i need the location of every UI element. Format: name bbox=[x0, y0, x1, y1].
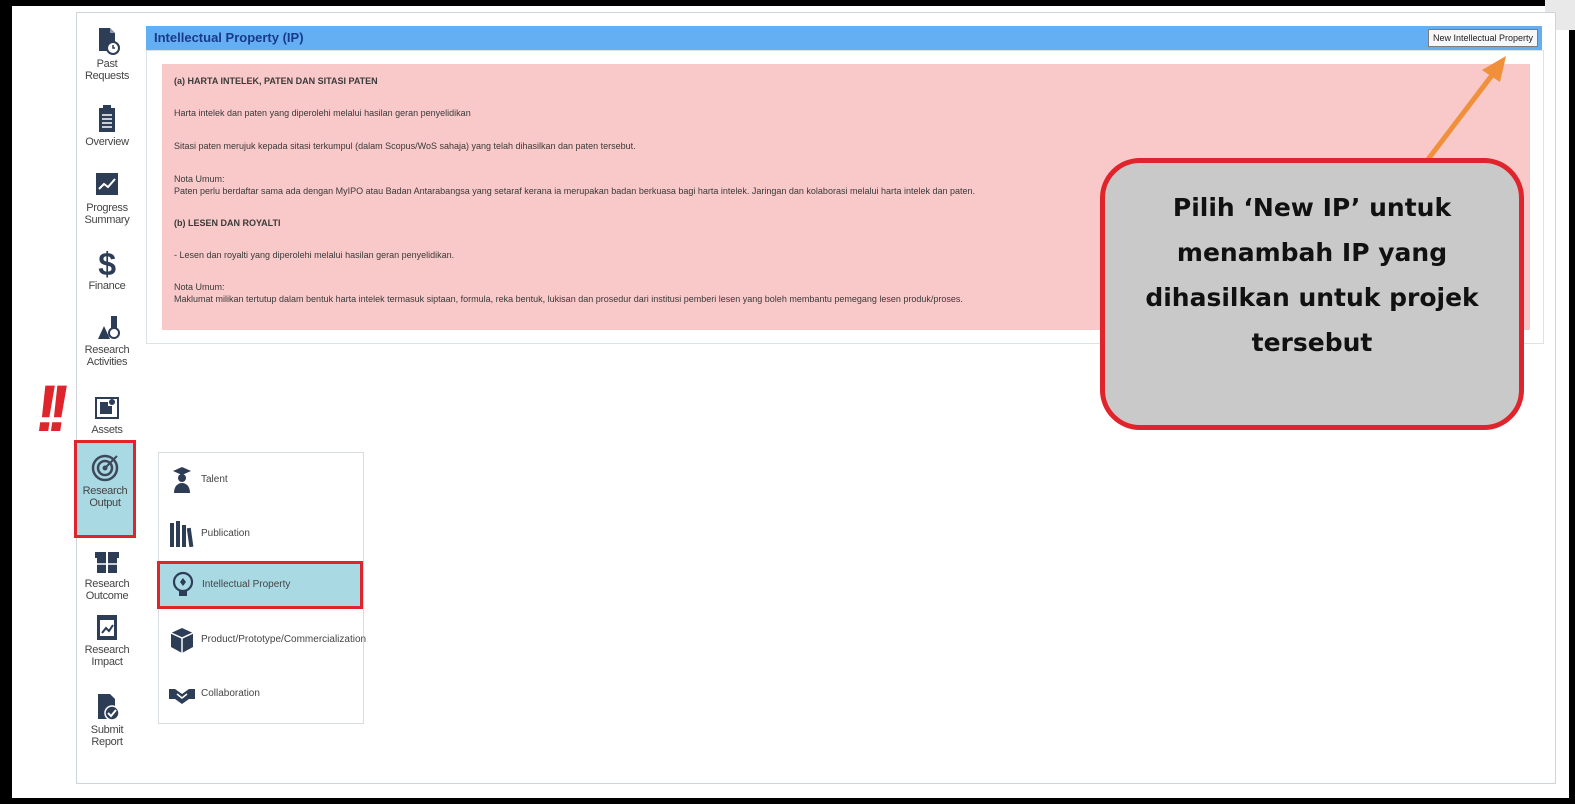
graduate-icon bbox=[167, 465, 197, 495]
sidebar-item-research-activities[interactable]: Research Activities bbox=[76, 312, 138, 368]
sidebar-label: Research bbox=[84, 644, 130, 656]
sidebar-label: Summary bbox=[84, 214, 130, 226]
sidebar-item-finance[interactable]: $ Finance bbox=[76, 246, 138, 292]
submenu-label: Product/Prototype/Commercialization bbox=[201, 634, 367, 645]
sidebar-label: Overview bbox=[85, 136, 129, 148]
target-icon bbox=[90, 453, 120, 483]
sidebar-item-research-output[interactable]: Research Output bbox=[74, 440, 136, 538]
sidebar-label: Finance bbox=[88, 280, 126, 292]
dollar-icon: $ bbox=[92, 246, 122, 282]
document-list-icon bbox=[92, 104, 122, 134]
submenu-item-intellectual-property[interactable]: Intellectual Property bbox=[157, 561, 363, 609]
info-heading-a: (a) HARTA INTELEK, PATEN DAN SITASI PATE… bbox=[174, 76, 378, 86]
submenu-item-product-prototype[interactable]: Product/Prototype/Commercialization bbox=[159, 619, 366, 661]
info-line: Sitasi paten merujuk kepada sitasi terku… bbox=[174, 141, 636, 151]
sidebar-label: Research bbox=[84, 578, 130, 590]
handshake-icon bbox=[167, 679, 197, 709]
callout-text: Pilih ‘New IP’ untuk menambah IP yang di… bbox=[1145, 193, 1479, 357]
lightbulb-icon bbox=[168, 570, 198, 600]
svg-text:$: $ bbox=[98, 248, 116, 278]
sidebar-label: Outcome bbox=[85, 590, 129, 602]
submenu-item-publication[interactable]: Publication bbox=[159, 513, 359, 555]
info-heading-b: (b) LESEN DAN ROYALTI bbox=[174, 218, 281, 228]
submenu-label: Collaboration bbox=[201, 688, 260, 699]
submenu-item-collaboration[interactable]: Collaboration bbox=[159, 673, 359, 715]
sidebar-label: Activities bbox=[86, 356, 128, 368]
sidebar-label: Research bbox=[82, 485, 128, 497]
sidebar-label: Research bbox=[84, 344, 130, 356]
info-line: - Lesen dan royalti yang diperolehi mela… bbox=[174, 250, 455, 260]
chart-icon bbox=[92, 170, 122, 200]
info-note: Paten perlu berdaftar sama ada dengan My… bbox=[174, 186, 976, 196]
sidebar-item-past-requests[interactable]: Past Requests bbox=[76, 26, 138, 82]
sidebar-item-research-outcome[interactable]: Research Outcome bbox=[76, 546, 138, 602]
books-icon bbox=[167, 519, 197, 549]
sidebar-label: Output bbox=[89, 497, 121, 509]
flask-icon bbox=[92, 312, 122, 342]
impact-chart-icon bbox=[92, 612, 122, 642]
info-note-label: Nota Umum: bbox=[174, 282, 225, 292]
sidebar-label: Submit Report bbox=[90, 724, 124, 748]
submenu-label: Intellectual Property bbox=[202, 579, 291, 590]
sidebar-item-submit-report[interactable]: Submit Report bbox=[76, 692, 138, 748]
info-line: Harta intelek dan paten yang diperolehi … bbox=[174, 108, 471, 118]
new-intellectual-property-button[interactable]: New Intellectual Property bbox=[1427, 29, 1538, 47]
research-output-submenu: Talent Publication Intellectual Property… bbox=[157, 452, 366, 724]
sidebar-label: Past Requests bbox=[84, 58, 130, 82]
info-note: Maklumat milikan tertutup dalam bentuk h… bbox=[174, 294, 963, 304]
page-title: Intellectual Property (IP) bbox=[154, 30, 304, 45]
sidebar-label: Progress bbox=[86, 202, 128, 214]
document-clock-icon bbox=[92, 26, 122, 56]
sidebar-item-overview[interactable]: Overview bbox=[76, 104, 138, 148]
instruction-callout: Pilih ‘New IP’ untuk menambah IP yang di… bbox=[1100, 158, 1524, 430]
submenu-item-talent[interactable]: Talent bbox=[159, 459, 359, 501]
gift-icon bbox=[92, 546, 122, 576]
submenu-label: Talent bbox=[201, 474, 228, 485]
sidebar-item-research-impact[interactable]: Research Impact bbox=[76, 612, 138, 668]
info-note-label: Nota Umum: bbox=[174, 174, 225, 184]
sidebar-item-progress-summary[interactable]: Progress Summary bbox=[76, 170, 138, 226]
sidebar-item-assets[interactable]: Assets bbox=[76, 392, 138, 436]
sidebar-label: Assets bbox=[91, 424, 123, 436]
sidebar-label: Impact bbox=[91, 656, 123, 668]
submit-check-icon bbox=[92, 692, 122, 722]
submenu-label: Publication bbox=[201, 528, 250, 539]
box-icon bbox=[167, 625, 197, 655]
puzzle-icon bbox=[92, 392, 122, 422]
ip-panel-header: Intellectual Property (IP) New Intellect… bbox=[146, 26, 1542, 50]
